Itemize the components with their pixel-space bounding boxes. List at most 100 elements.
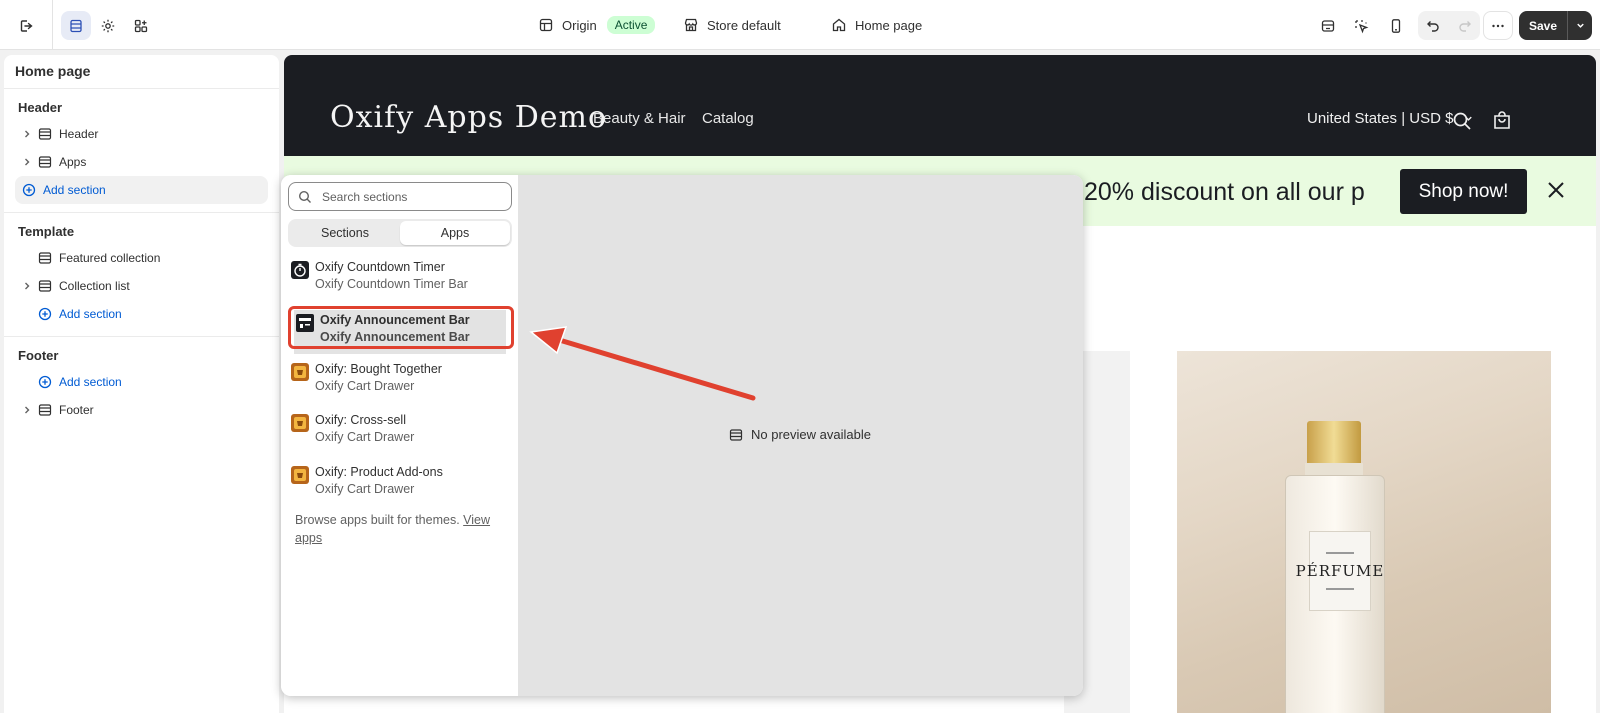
home-icon (832, 18, 846, 32)
country-label: United States | USD $ (1307, 110, 1454, 127)
group-title-footer: Footer (18, 348, 59, 363)
no-preview-text: No preview available (751, 427, 871, 442)
bottle-cap (1307, 421, 1361, 467)
plus-circle-icon (37, 306, 53, 322)
gear-icon (101, 19, 115, 32)
store-context-selector[interactable]: Store default (683, 15, 781, 35)
save-options-chevron-down-icon[interactable] (1568, 20, 1592, 31)
add-section-label: Add section (59, 375, 122, 389)
store-header: Oxify Apps Demo Beauty & Hair Catalog Un… (284, 55, 1596, 156)
more-horizontal-icon (1492, 24, 1504, 27)
tab-sections[interactable]: Sections (290, 221, 400, 245)
section-icon (37, 278, 53, 294)
chevron-right-icon[interactable] (19, 281, 35, 291)
shop-now-button[interactable]: Shop now! (1400, 169, 1527, 214)
theme-name: Origin (562, 17, 597, 33)
add-section-label: Add section (59, 307, 122, 321)
undo-button[interactable] (1418, 11, 1448, 40)
announcement-text: 20% discount on all our pro (1084, 178, 1364, 206)
tab-apps[interactable]: Apps (400, 221, 510, 245)
theme-settings-button[interactable] (93, 11, 123, 40)
app-subtitle: Oxify Cart Drawer (315, 379, 415, 393)
save-button[interactable]: Save (1519, 11, 1592, 40)
app-embeds-button[interactable] (126, 11, 156, 40)
page-selector[interactable]: Home page (831, 15, 922, 35)
add-section-footer[interactable]: Add section (4, 368, 279, 396)
sidebar-item-footer[interactable]: Footer (4, 396, 279, 424)
app-blocks-icon (134, 19, 148, 32)
sidebar-item-collection-list[interactable]: Collection list (4, 272, 279, 300)
section-icon (37, 402, 53, 418)
sidebar-item-label: Collection list (59, 279, 130, 293)
nav-link-beauty-hair[interactable]: Beauty & Hair (593, 110, 686, 127)
timer-icon (291, 261, 309, 279)
app-title: Oxify: Product Add-ons (315, 465, 443, 479)
app-title: Oxify: Cross-sell (315, 413, 406, 427)
bottle-brand-text: PÉRFUME (1295, 562, 1385, 580)
store-icon (684, 18, 698, 32)
redo-button[interactable] (1450, 11, 1480, 40)
sidebar-title: Home page (4, 55, 279, 89)
topbar-divider (52, 0, 53, 50)
app-item-bought-together[interactable]: Oxify: Bought Together Oxify Cart Drawer (289, 359, 511, 403)
group-title-template: Template (18, 224, 75, 239)
highlight-box (288, 306, 514, 349)
search-icon (298, 190, 311, 203)
browse-apps-note: Browse apps built for themes. View apps (295, 511, 505, 547)
section-icon (37, 250, 53, 266)
perfume-product-image[interactable]: PÉRFUME (1177, 351, 1551, 713)
mobile-preview-button[interactable] (1381, 11, 1411, 40)
sidebar-item-label: Featured collection (59, 251, 161, 265)
status-badge: Active (606, 16, 656, 34)
redo-icon (1459, 20, 1471, 32)
cart-drawer-icon (291, 363, 309, 381)
app-item-countdown-timer[interactable]: Oxify Countdown Timer Oxify Countdown Ti… (289, 257, 511, 301)
more-actions-button[interactable] (1483, 11, 1513, 40)
plus-circle-icon (37, 374, 53, 390)
section-icon (37, 126, 53, 142)
exit-button[interactable] (11, 11, 41, 40)
layout-icon (539, 18, 553, 32)
search-sections-input[interactable] (322, 189, 502, 204)
browse-text: Browse apps built for themes. (295, 513, 460, 527)
store-logo[interactable]: Oxify Apps Demo (330, 100, 607, 135)
search-field[interactable] (288, 182, 512, 211)
search-icon[interactable] (1450, 109, 1474, 133)
chevron-right-icon[interactable] (19, 157, 35, 167)
add-section-template[interactable]: Add section (4, 300, 279, 328)
chevron-right-icon[interactable] (19, 405, 35, 415)
section-icon (37, 154, 53, 170)
cart-icon[interactable] (1490, 109, 1514, 133)
app-title: Oxify Countdown Timer (315, 260, 445, 274)
select-element-button[interactable] (1346, 11, 1376, 40)
app-item-cross-sell[interactable]: Oxify: Cross-sell Oxify Cart Drawer (289, 410, 511, 454)
footer-group: Footer Add section Footer (4, 337, 279, 432)
nav-link-catalog[interactable]: Catalog (702, 110, 754, 127)
sidebar-item-header[interactable]: Header (4, 120, 279, 148)
inspector-toggle-button[interactable] (1313, 11, 1343, 40)
sidebar-item-label: Apps (59, 155, 87, 169)
mobile-icon (1391, 18, 1401, 33)
app-item-product-add-ons[interactable]: Oxify: Product Add-ons Oxify Cart Drawer (289, 462, 511, 506)
template-group: Template Featured collection Collection … (4, 213, 279, 337)
plus-circle-icon (21, 182, 37, 198)
sidebar-item-apps[interactable]: Apps (4, 148, 279, 176)
sections-icon (70, 19, 82, 32)
sidebar-item-featured-collection[interactable]: Featured collection (4, 244, 279, 272)
theme-selector[interactable]: Origin Active (538, 15, 656, 35)
page-context-label: Home page (855, 17, 923, 33)
exit-icon (20, 19, 33, 32)
sections-tool-button[interactable] (61, 11, 91, 40)
section-preview-pane: No preview available (518, 175, 1083, 696)
cart-drawer-icon (291, 414, 309, 432)
app-subtitle: Oxify Cart Drawer (315, 430, 415, 444)
chevron-right-icon[interactable] (19, 129, 35, 139)
close-icon[interactable] (1545, 179, 1567, 201)
picker-tabs: Sections Apps (288, 219, 512, 247)
add-section-header[interactable]: Add section (15, 176, 268, 204)
sidebar-item-label: Header (59, 127, 99, 141)
no-preview-message: No preview available (729, 427, 871, 442)
app-subtitle: Oxify Countdown Timer Bar (315, 277, 468, 291)
store-context-label: Store default (707, 17, 781, 33)
header-group: Header Header Apps Add section (4, 89, 279, 213)
